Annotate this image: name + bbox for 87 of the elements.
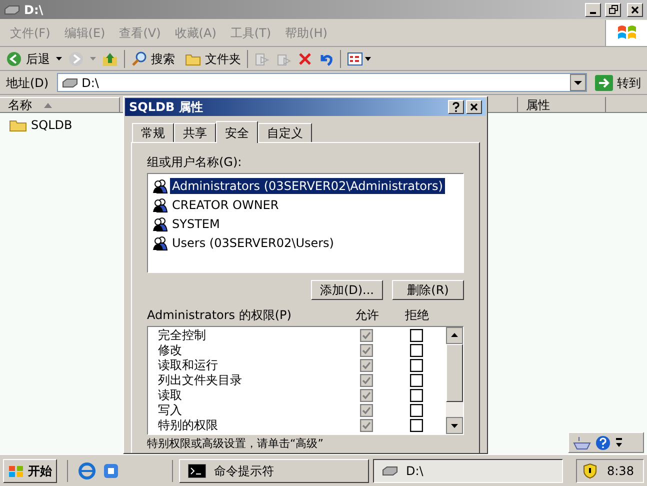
drive-icon <box>62 78 78 88</box>
user-item[interactable]: SYSTEM <box>170 216 222 232</box>
permission-name: 写入 <box>157 403 183 418</box>
help-icon <box>452 102 460 112</box>
users-icon <box>152 216 168 232</box>
folder-icon <box>9 118 27 132</box>
checkbox[interactable] <box>360 419 372 432</box>
go-button[interactable]: 转到 <box>595 74 641 92</box>
minimize-icon <box>590 12 596 14</box>
folder-up-icon[interactable] <box>102 50 118 66</box>
checkbox[interactable] <box>410 419 422 432</box>
file-item[interactable]: SQLDB <box>8 116 74 134</box>
scroll-thumb[interactable] <box>446 344 463 402</box>
permissions-label: Administrators 的权限(P) <box>147 307 292 324</box>
flag-logo-icon <box>616 24 636 42</box>
column-header[interactable]: 名称 <box>0 97 120 113</box>
window-title: D:\ <box>24 2 44 18</box>
folder-icon <box>185 52 201 66</box>
column-label: 名称 <box>8 97 32 114</box>
advanced-note: 特别权限或高级设置，请单击“高级” <box>147 437 324 450</box>
tab[interactable]: 安全 <box>216 121 258 143</box>
users-icon <box>152 196 168 212</box>
checkbox[interactable] <box>410 374 422 387</box>
scroll-up-icon[interactable] <box>446 327 463 344</box>
dialog-button[interactable]: 添加(D)... <box>310 280 383 300</box>
shield-icon[interactable] <box>583 462 597 478</box>
column-label: 属性 <box>526 96 550 114</box>
folders-button[interactable]: 文件夹 <box>185 50 241 68</box>
dialog-button[interactable]: 删除(R) <box>392 280 464 300</box>
close-icon <box>470 103 478 111</box>
permission-name: 读取和运行 <box>157 358 219 373</box>
clock: 8:38 <box>607 462 634 480</box>
checkbox[interactable] <box>360 404 372 417</box>
search-button[interactable]: 搜索 <box>131 50 175 68</box>
group-list-label: 组或用户名称(G): <box>147 155 243 169</box>
permission-name: 列出文件夹目录 <box>157 373 243 388</box>
restore-icon <box>608 5 618 14</box>
checkbox[interactable] <box>360 359 372 372</box>
drive-icon <box>4 4 20 14</box>
dialog-title: SQLDB 属性 <box>129 99 204 116</box>
permission-name: 修改 <box>157 343 183 358</box>
checkbox[interactable] <box>360 389 372 402</box>
help-icon[interactable] <box>595 434 611 450</box>
user-item[interactable]: Administrators (03SERVER02\Administrators) <box>170 178 445 194</box>
permission-name: 完全控制 <box>157 328 207 343</box>
checkbox[interactable] <box>410 329 422 342</box>
users-icon <box>152 178 168 194</box>
column-header[interactable]: 属性 <box>518 97 606 113</box>
column-label: 拒绝 <box>404 307 430 324</box>
back-button[interactable]: 后退 <box>6 50 50 68</box>
dropdown-arrow-icon[interactable] <box>56 56 62 60</box>
flag-logo-icon <box>8 464 24 478</box>
checkbox[interactable] <box>360 374 372 387</box>
restore-button[interactable] <box>605 2 621 16</box>
taskbar-button[interactable]: 命令提示符 <box>179 458 369 482</box>
search-icon <box>131 50 147 66</box>
close-button[interactable] <box>627 2 643 16</box>
checkbox[interactable] <box>410 359 422 372</box>
delete-icon[interactable] <box>298 52 312 66</box>
checkbox[interactable] <box>410 404 422 417</box>
start-button[interactable]: 开始 <box>3 458 57 482</box>
minimize-button[interactable] <box>585 2 601 16</box>
checkbox[interactable] <box>410 344 422 357</box>
address-label: 地址(D) <box>6 74 49 92</box>
drive-icon <box>382 466 398 476</box>
checkbox[interactable] <box>360 344 372 357</box>
checkbox[interactable] <box>360 329 372 342</box>
tab[interactable]: 共享 <box>174 123 216 142</box>
help-button[interactable] <box>448 100 464 114</box>
address-field[interactable]: D:\ <box>56 73 587 92</box>
user-item[interactable]: Users (03SERVER02\Users) <box>170 234 336 250</box>
options-arrow-icon[interactable] <box>615 436 623 448</box>
taskbar-button[interactable]: D:\ <box>373 458 563 482</box>
tab[interactable]: 自定义 <box>258 123 312 142</box>
tab[interactable]: 常规 <box>132 123 174 142</box>
checkbox[interactable] <box>410 389 422 402</box>
user-item[interactable]: CREATOR OWNER <box>170 196 281 212</box>
scroll-down-icon[interactable] <box>446 417 463 434</box>
users-icon <box>152 234 168 250</box>
console-icon <box>188 464 206 478</box>
close-button[interactable] <box>466 100 482 114</box>
scrollbar[interactable] <box>446 327 463 434</box>
close-icon <box>631 6 639 14</box>
permission-name: 读取 <box>157 388 183 403</box>
permission-name: 特别的权限 <box>157 418 219 433</box>
views-icon[interactable] <box>347 52 371 66</box>
column-label: 允许 <box>354 307 380 324</box>
